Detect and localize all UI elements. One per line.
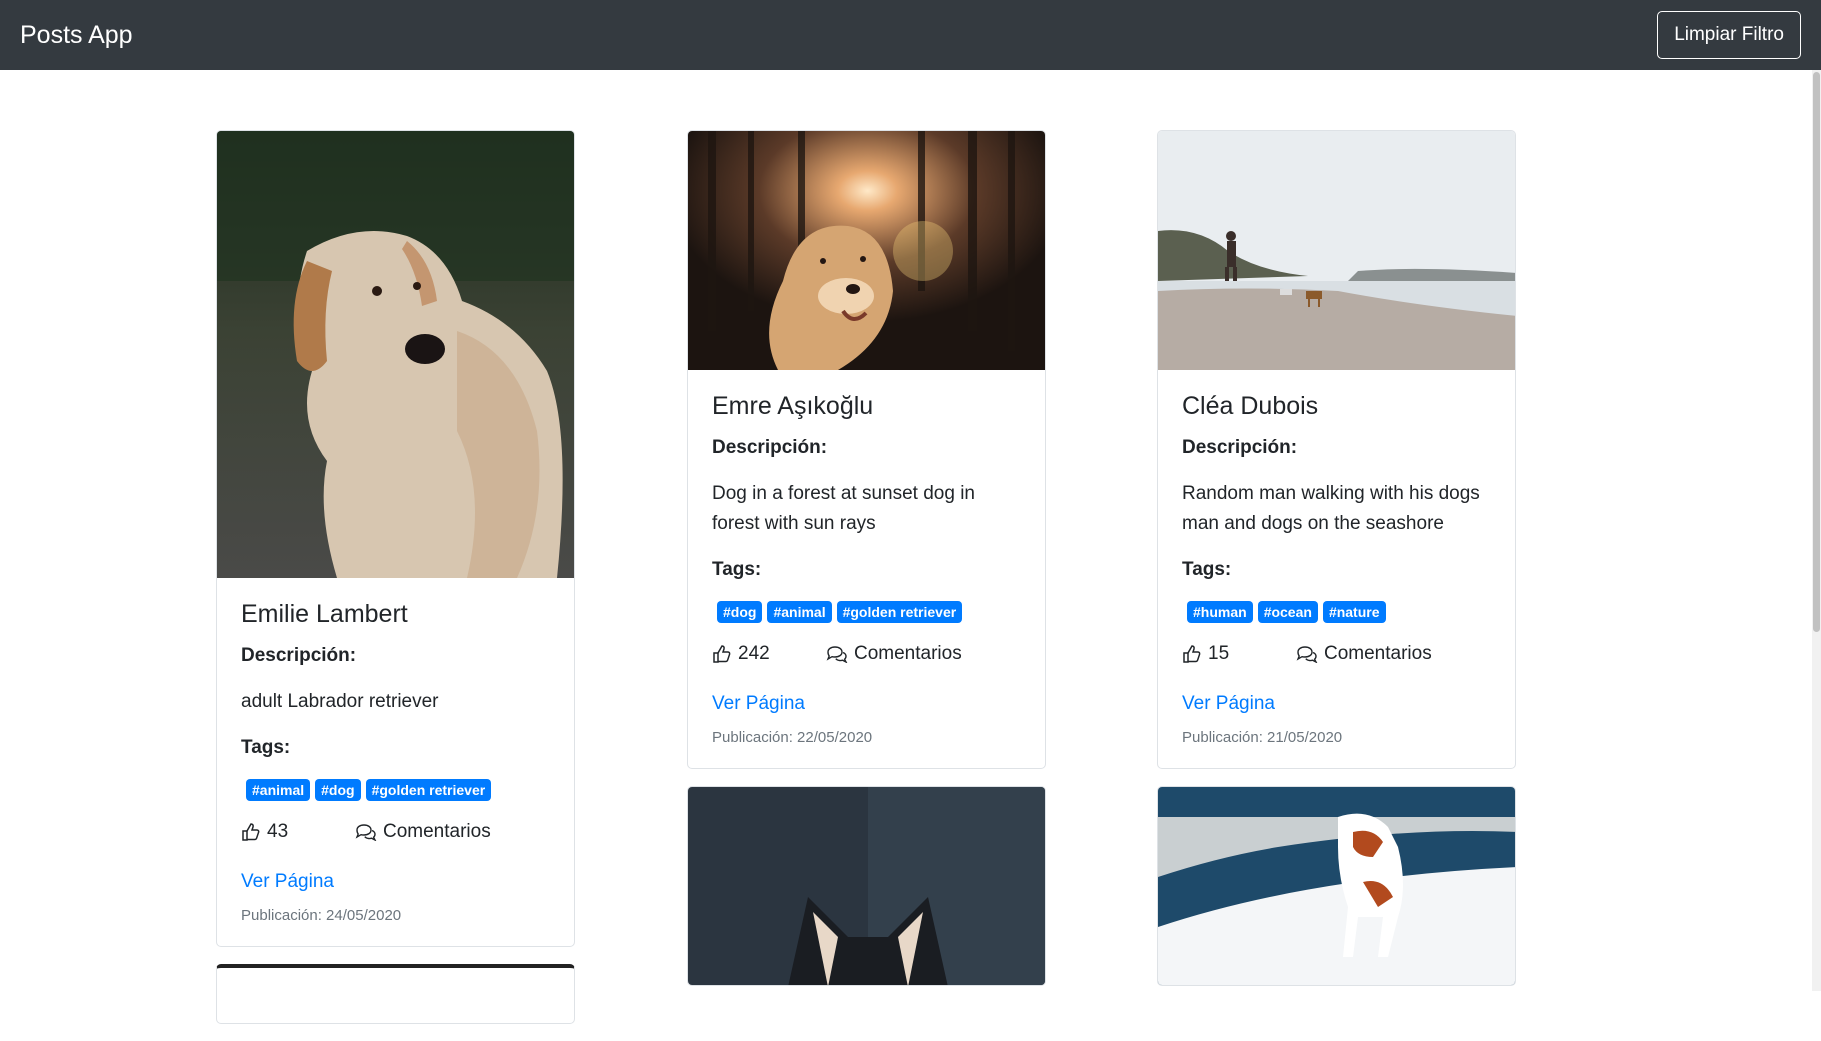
post-image [217,131,574,578]
likes-count: 242 [738,643,770,664]
tag-badge[interactable]: #animal [767,601,832,623]
posts-column-3: Cléa Dubois Descripción: Random man walk… [1157,130,1516,1003]
thumbs-up-icon[interactable] [1182,644,1202,664]
chat-bubbles-icon [826,645,848,663]
tag-badge[interactable]: #ocean [1257,601,1318,623]
publication-date: Publicación: 24/05/2020 [241,907,402,924]
post-author: Emilie Lambert [241,600,408,628]
tag-list: #animal #dog #golden retriever [241,779,550,801]
page-scrollbar[interactable] [1812,70,1821,991]
post-stats: 242 Comentarios [712,643,1021,665]
post-card-partial [687,786,1046,986]
tag-list: #human #ocean #nature [1182,601,1491,623]
tag-badge[interactable]: #dog [717,601,763,623]
post-image [688,787,1045,985]
tags-label: Tags: [241,737,291,758]
post-image [1158,787,1515,985]
clear-filter-button[interactable]: Limpiar Filtro [1657,11,1801,59]
tag-badge[interactable]: #dog [315,779,361,801]
tag-badge[interactable]: #animal [246,779,311,801]
post-card-body: Cléa Dubois Descripción: Random man walk… [1158,370,1515,768]
posts-column-2: Emre Aşıkoğlu Descripción: Dog in a fore… [687,130,1046,1003]
post-description: Random man walking with his dogs man and… [1182,483,1480,534]
posts-column-1: Emilie Lambert Descripción: adult Labrad… [216,130,575,1041]
chat-bubbles-icon [1296,645,1318,663]
tag-badge[interactable]: #golden retriever [365,779,492,801]
comments-label: Comentarios [854,643,962,664]
post-image [688,131,1045,370]
thumbs-up-icon[interactable] [241,822,261,842]
comments-label: Comentarios [1324,643,1432,664]
likes-counter[interactable]: 43 [241,821,355,843]
thumbs-up-icon[interactable] [712,644,732,664]
comments-button[interactable]: Comentarios [826,643,962,665]
post-card: Emre Aşıkoğlu Descripción: Dog in a fore… [687,130,1046,769]
tag-list: #dog #animal #golden retriever [712,601,1021,623]
post-description: adult Labrador retriever [241,691,439,712]
brand-title[interactable]: Posts App [20,21,133,50]
post-author: Cléa Dubois [1182,392,1319,420]
post-card-body: Emre Aşıkoğlu Descripción: Dog in a fore… [688,370,1045,768]
view-page-link[interactable]: Ver Página [241,871,334,893]
description-label: Descripción: [241,645,357,666]
post-image [1158,131,1515,370]
comments-button[interactable]: Comentarios [355,821,491,843]
post-card-partial [216,964,575,1024]
description-label: Descripción: [712,437,828,458]
post-stats: 15 Comentarios [1182,643,1491,665]
post-description: Dog in a forest at sunset dog in forest … [712,483,975,534]
post-card: Emilie Lambert Descripción: adult Labrad… [216,130,575,947]
likes-counter[interactable]: 242 [712,643,826,665]
likes-counter[interactable]: 15 [1182,643,1296,665]
tag-badge[interactable]: #nature [1322,601,1386,623]
description-label: Descripción: [1182,437,1298,458]
comments-label: Comentarios [383,821,491,842]
top-navbar: Posts App Limpiar Filtro [0,0,1821,70]
tags-label: Tags: [712,559,762,580]
tag-badge[interactable]: #golden retriever [836,601,963,623]
view-page-link[interactable]: Ver Página [1182,693,1275,715]
publication-date: Publicación: 21/05/2020 [1182,729,1343,746]
post-card-partial [1157,786,1516,986]
publication-date: Publicación: 22/05/2020 [712,729,873,746]
likes-count: 15 [1208,643,1230,664]
post-stats: 43 Comentarios [241,821,550,843]
post-card: Cléa Dubois Descripción: Random man walk… [1157,130,1516,769]
tag-badge[interactable]: #human [1187,601,1253,623]
comments-button[interactable]: Comentarios [1296,643,1432,665]
scrollbar-thumb[interactable] [1813,72,1820,632]
post-card-body: Emilie Lambert Descripción: adult Labrad… [217,578,574,946]
chat-bubbles-icon [355,823,377,841]
post-author: Emre Aşıkoğlu [712,392,874,420]
tags-label: Tags: [1182,559,1232,580]
likes-count: 43 [267,821,289,842]
view-page-link[interactable]: Ver Página [712,693,805,715]
